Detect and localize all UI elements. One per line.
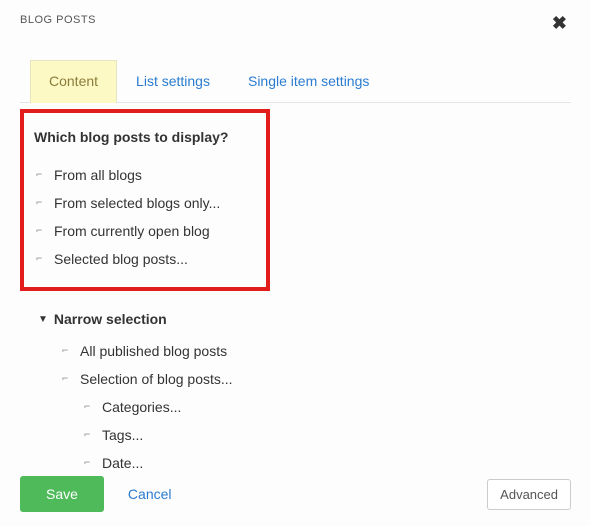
criteria-date[interactable]: ⌐ Date... — [82, 449, 571, 477]
option-from-selected-blogs[interactable]: ⌐ From selected blogs only... — [30, 189, 252, 217]
tab-content[interactable]: Content — [30, 60, 117, 103]
criteria-label: Date... — [102, 455, 143, 471]
criteria-tags[interactable]: ⌐ Tags... — [82, 421, 571, 449]
radio-icon: ⌐ — [60, 374, 70, 385]
option-from-currently-open-blog[interactable]: ⌐ From currently open blog — [30, 217, 252, 245]
save-button[interactable]: Save — [20, 476, 104, 512]
radio-icon: ⌐ — [60, 346, 70, 357]
narrow-heading: Narrow selection — [54, 311, 167, 327]
cancel-link[interactable]: Cancel — [128, 486, 172, 502]
advanced-button[interactable]: Advanced — [487, 479, 571, 510]
dialog-header: BLOG POSTS ✖ — [20, 14, 571, 42]
option-label: Selection of blog posts... — [80, 371, 233, 387]
option-selection-of-posts[interactable]: ⌐ Selection of blog posts... — [60, 365, 571, 393]
caret-down-icon: ▼ — [38, 314, 48, 325]
option-from-all-blogs[interactable]: ⌐ From all blogs — [30, 161, 252, 189]
checkbox-icon: ⌐ — [82, 458, 92, 469]
criteria-label: Tags... — [102, 427, 143, 443]
option-label: All published blog posts — [80, 343, 227, 359]
option-label: From all blogs — [54, 167, 142, 183]
narrow-criteria: ⌐ Categories... ⌐ Tags... ⌐ Date... — [82, 393, 571, 477]
section-heading: Which blog posts to display? — [34, 129, 252, 145]
option-all-published[interactable]: ⌐ All published blog posts — [60, 337, 571, 365]
narrow-selection-toggle[interactable]: ▼ Narrow selection — [38, 311, 571, 327]
option-label: From selected blogs only... — [54, 195, 220, 211]
which-posts-section: Which blog posts to display? ⌐ From all … — [20, 109, 270, 291]
tab-list-settings[interactable]: List settings — [117, 60, 229, 102]
dialog-footer: Save Cancel Advanced — [20, 476, 571, 512]
narrow-selection-section: ▼ Narrow selection ⌐ All published blog … — [38, 311, 571, 477]
checkbox-icon: ⌐ — [82, 402, 92, 413]
radio-icon: ⌐ — [34, 198, 44, 209]
tab-bar: Content List settings Single item settin… — [20, 60, 571, 103]
close-icon[interactable]: ✖ — [552, 14, 571, 32]
tab-single-item-settings[interactable]: Single item settings — [229, 60, 388, 102]
option-selected-blog-posts[interactable]: ⌐ Selected blog posts... — [30, 245, 252, 273]
narrow-options: ⌐ All published blog posts ⌐ Selection o… — [60, 337, 571, 477]
option-label: From currently open blog — [54, 223, 210, 239]
radio-icon: ⌐ — [34, 254, 44, 265]
criteria-categories[interactable]: ⌐ Categories... — [82, 393, 571, 421]
criteria-label: Categories... — [102, 399, 181, 415]
radio-icon: ⌐ — [34, 170, 44, 181]
dialog-title: BLOG POSTS — [20, 14, 96, 26]
checkbox-icon: ⌐ — [82, 430, 92, 441]
radio-icon: ⌐ — [34, 226, 44, 237]
option-label: Selected blog posts... — [54, 251, 188, 267]
